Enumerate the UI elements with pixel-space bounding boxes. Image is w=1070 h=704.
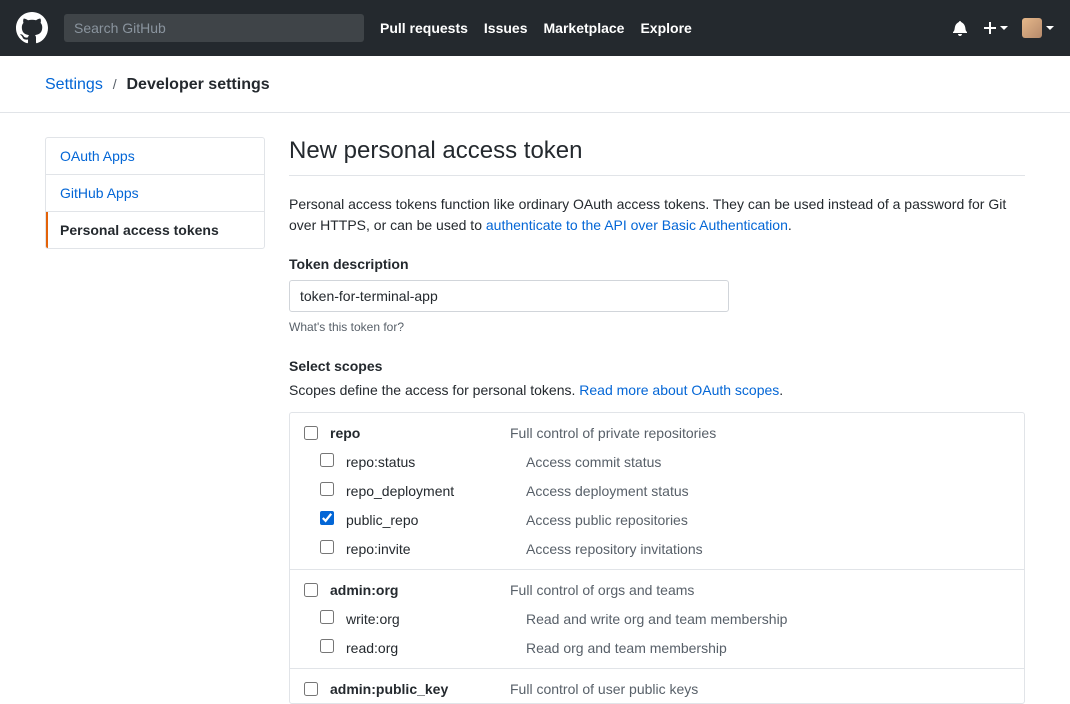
- scope-row-admin-public-key: admin:public_key Full control of user pu…: [290, 669, 1024, 703]
- notifications-icon[interactable]: [952, 20, 968, 36]
- nav-marketplace[interactable]: Marketplace: [544, 20, 625, 36]
- select-scopes-label: Select scopes: [289, 358, 1025, 374]
- sidebar-item-oauth-apps[interactable]: OAuth Apps: [46, 138, 264, 175]
- scope-name: repo: [330, 425, 510, 441]
- scope-checkbox-repo-invite[interactable]: [320, 540, 334, 554]
- scope-row-repo-invite: repo:invite Access repository invitation…: [290, 534, 1024, 569]
- nav-pull-requests[interactable]: Pull requests: [380, 20, 468, 36]
- scope-desc: Read org and team membership: [526, 640, 727, 656]
- scope-name: admin:org: [330, 582, 510, 598]
- intro-text: Personal access tokens function like ord…: [289, 194, 1025, 236]
- scope-checkbox-repo-status[interactable]: [320, 453, 334, 467]
- scope-desc: Read and write org and team membership: [526, 611, 787, 627]
- scope-checkbox-repo-deployment[interactable]: [320, 482, 334, 496]
- scope-checkbox-write-org[interactable]: [320, 610, 334, 624]
- search-input[interactable]: [64, 14, 364, 42]
- token-description-input[interactable]: [289, 280, 729, 312]
- scope-desc: Access commit status: [526, 454, 661, 470]
- scope-name: repo:status: [346, 454, 526, 470]
- github-logo-icon[interactable]: [16, 12, 48, 44]
- token-description-label: Token description: [289, 256, 1025, 272]
- plus-icon: [982, 20, 998, 36]
- oauth-scopes-link[interactable]: Read more about OAuth scopes: [579, 382, 779, 398]
- scopes-intro: Scopes define the access for personal to…: [289, 382, 1025, 398]
- nav-issues[interactable]: Issues: [484, 20, 528, 36]
- scope-desc: Access public repositories: [526, 512, 688, 528]
- scopes-table: repo Full control of private repositorie…: [289, 412, 1025, 704]
- scope-row-admin-org: admin:org Full control of orgs and teams: [290, 570, 1024, 604]
- sidebar-item-github-apps[interactable]: GitHub Apps: [46, 175, 264, 212]
- scope-row-repo: repo Full control of private repositorie…: [290, 413, 1024, 447]
- scope-name: repo:invite: [346, 541, 526, 557]
- scope-row-repo-deployment: repo_deployment Access deployment status: [290, 476, 1024, 505]
- scope-row-public-repo: public_repo Access public repositories: [290, 505, 1024, 534]
- scope-checkbox-public-repo[interactable]: [320, 511, 334, 525]
- caret-down-icon: [1046, 26, 1054, 30]
- breadcrumb-settings-link[interactable]: Settings: [45, 76, 103, 93]
- scope-checkbox-admin-org[interactable]: [304, 583, 318, 597]
- scope-row-write-org: write:org Read and write org and team me…: [290, 604, 1024, 633]
- user-menu-dropdown[interactable]: [1022, 18, 1054, 38]
- scope-checkbox-read-org[interactable]: [320, 639, 334, 653]
- basic-auth-link[interactable]: authenticate to the API over Basic Authe…: [486, 217, 788, 233]
- scope-name: repo_deployment: [346, 483, 526, 499]
- token-description-hint: What's this token for?: [289, 320, 1025, 334]
- scope-desc: Full control of orgs and teams: [510, 582, 694, 598]
- scope-checkbox-admin-public-key[interactable]: [304, 682, 318, 696]
- scope-row-read-org: read:org Read org and team membership: [290, 633, 1024, 668]
- scope-desc: Full control of user public keys: [510, 681, 698, 697]
- scope-name: write:org: [346, 611, 526, 627]
- scope-desc: Access repository invitations: [526, 541, 703, 557]
- scope-desc: Full control of private repositories: [510, 425, 716, 441]
- nav-explore[interactable]: Explore: [640, 20, 691, 36]
- scope-name: public_repo: [346, 512, 526, 528]
- scope-desc: Access deployment status: [526, 483, 689, 499]
- scope-checkbox-repo[interactable]: [304, 426, 318, 440]
- avatar: [1022, 18, 1042, 38]
- scope-row-repo-status: repo:status Access commit status: [290, 447, 1024, 476]
- breadcrumb-separator: /: [113, 76, 117, 92]
- breadcrumb: Settings / Developer settings: [29, 76, 1041, 94]
- caret-down-icon: [1000, 26, 1008, 30]
- page-title: New personal access token: [289, 137, 1025, 176]
- sidebar-item-personal-access-tokens[interactable]: Personal access tokens: [46, 212, 264, 248]
- top-header: Pull requests Issues Marketplace Explore: [0, 0, 1070, 56]
- breadcrumb-current: Developer settings: [126, 76, 269, 93]
- scope-name: admin:public_key: [330, 681, 510, 697]
- sidebar-menu: OAuth Apps GitHub Apps Personal access t…: [45, 137, 265, 249]
- create-new-dropdown[interactable]: [982, 20, 1008, 36]
- header-nav: Pull requests Issues Marketplace Explore: [380, 20, 692, 36]
- scope-name: read:org: [346, 640, 526, 656]
